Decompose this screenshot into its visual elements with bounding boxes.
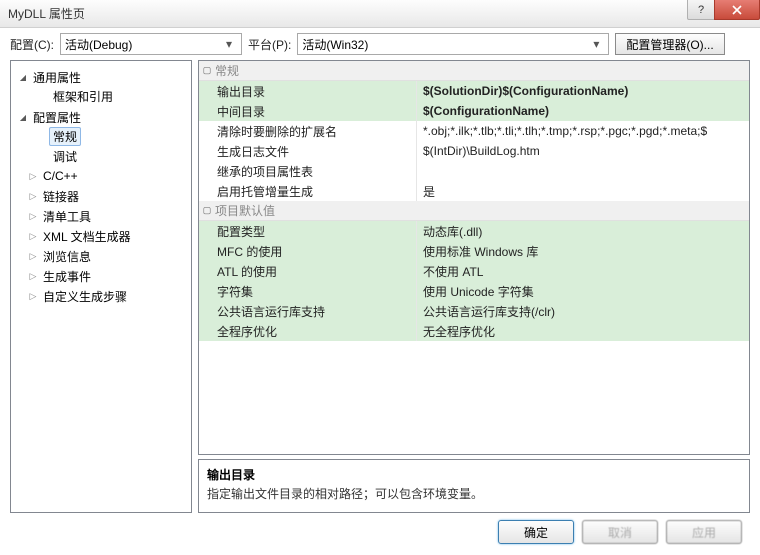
description-pane: 输出目录 指定输出文件目录的相对路径；可以包含环境变量。 [198, 459, 750, 513]
config-label: 配置(C): [10, 36, 54, 53]
expand-icon [27, 211, 39, 222]
prop-buildlog[interactable]: 生成日志文件$(IntDir)\BuildLog.htm [199, 141, 749, 161]
prop-clean-ext[interactable]: 清除时要删除的扩展名*.obj;*.ilk;*.tlb;*.tli;*.tlh;… [199, 121, 749, 141]
expand-icon [27, 251, 39, 262]
prop-managed-incr[interactable]: 启用托管增量生成是 [199, 181, 749, 201]
tree-item-framework[interactable]: 框架和引用 [13, 87, 189, 105]
expand-icon [27, 291, 39, 302]
tree-item-custom[interactable]: 自定义生成步骤 [13, 287, 189, 305]
expand-icon [27, 271, 39, 282]
property-grid: ▢常规 输出目录$(SolutionDir)$(ConfigurationNam… [198, 60, 750, 455]
ok-button[interactable]: 确定 [498, 520, 574, 544]
config-toolbar: 配置(C): 活动(Debug) ▾ 平台(P): 活动(Win32) ▾ 配置… [0, 28, 760, 60]
prop-charset[interactable]: 字符集使用 Unicode 字符集 [199, 281, 749, 301]
help-button[interactable]: ? [687, 0, 715, 20]
description-title: 输出目录 [207, 466, 741, 483]
button-label: 配置管理器(O)... [626, 36, 713, 53]
platform-combo[interactable]: 活动(Win32) ▾ [297, 33, 609, 55]
collapse-icon: ▢ [199, 205, 215, 216]
tree-item-common[interactable]: 通用属性 [13, 68, 189, 86]
collapse-icon: ▢ [199, 65, 215, 76]
tree-item-config-props[interactable]: 配置属性 [13, 108, 189, 126]
prop-config-type[interactable]: 配置类型动态库(.dll) [199, 221, 749, 241]
category-tree: 通用属性 框架和引用 配置属性 常规 调试 C/C++ 链接器 清单工具 XML… [10, 60, 192, 513]
platform-combo-value: 活动(Win32) [302, 36, 588, 53]
tree-item-debugging[interactable]: 调试 [13, 147, 189, 165]
expand-icon [27, 191, 39, 202]
close-icon [732, 5, 742, 15]
tree-item-xmldoc[interactable]: XML 文档生成器 [13, 227, 189, 245]
expand-icon [27, 231, 39, 242]
cancel-button[interactable]: 取消 [582, 520, 658, 544]
description-text: 指定输出文件目录的相对路径；可以包含环境变量。 [207, 485, 741, 502]
window-title: MyDLL 属性页 [8, 5, 85, 22]
chevron-down-icon: ▾ [221, 37, 237, 51]
prop-output-dir[interactable]: 输出目录$(SolutionDir)$(ConfigurationName) [199, 81, 749, 101]
chevron-down-icon: ▾ [588, 37, 604, 51]
prop-mfc[interactable]: MFC 的使用使用标准 Windows 库 [199, 241, 749, 261]
tree-item-cpp[interactable]: C/C++ [13, 167, 189, 185]
apply-button[interactable]: 应用 [666, 520, 742, 544]
prop-clr[interactable]: 公共语言运行库支持公共语言运行库支持(/clr) [199, 301, 749, 321]
config-combo[interactable]: 活动(Debug) ▾ [60, 33, 242, 55]
expand-icon [27, 171, 39, 182]
platform-label: 平台(P): [248, 36, 291, 53]
titlebar: MyDLL 属性页 ? [0, 0, 760, 28]
prop-atl[interactable]: ATL 的使用不使用 ATL [199, 261, 749, 281]
prop-intermediate-dir[interactable]: 中间目录$(ConfigurationName) [199, 101, 749, 121]
tree-item-manifest[interactable]: 清单工具 [13, 207, 189, 225]
tree-item-buildevents[interactable]: 生成事件 [13, 267, 189, 285]
window-controls: ? [688, 0, 760, 22]
tree-item-general[interactable]: 常规 [13, 127, 189, 145]
section-general[interactable]: ▢常规 [199, 61, 749, 81]
config-combo-value: 活动(Debug) [65, 36, 221, 53]
tree-item-linker[interactable]: 链接器 [13, 187, 189, 205]
expand-icon [17, 73, 29, 82]
section-defaults[interactable]: ▢项目默认值 [199, 201, 749, 221]
config-manager-button[interactable]: 配置管理器(O)... [615, 33, 724, 55]
expand-icon [17, 113, 29, 122]
dialog-footer: 确定 取消 应用 [0, 513, 760, 551]
help-icon: ? [698, 4, 704, 16]
prop-wpo[interactable]: 全程序优化无全程序优化 [199, 321, 749, 341]
tree-item-browse[interactable]: 浏览信息 [13, 247, 189, 265]
close-button[interactable] [714, 0, 760, 20]
prop-inherited[interactable]: 继承的项目属性表 [199, 161, 749, 181]
